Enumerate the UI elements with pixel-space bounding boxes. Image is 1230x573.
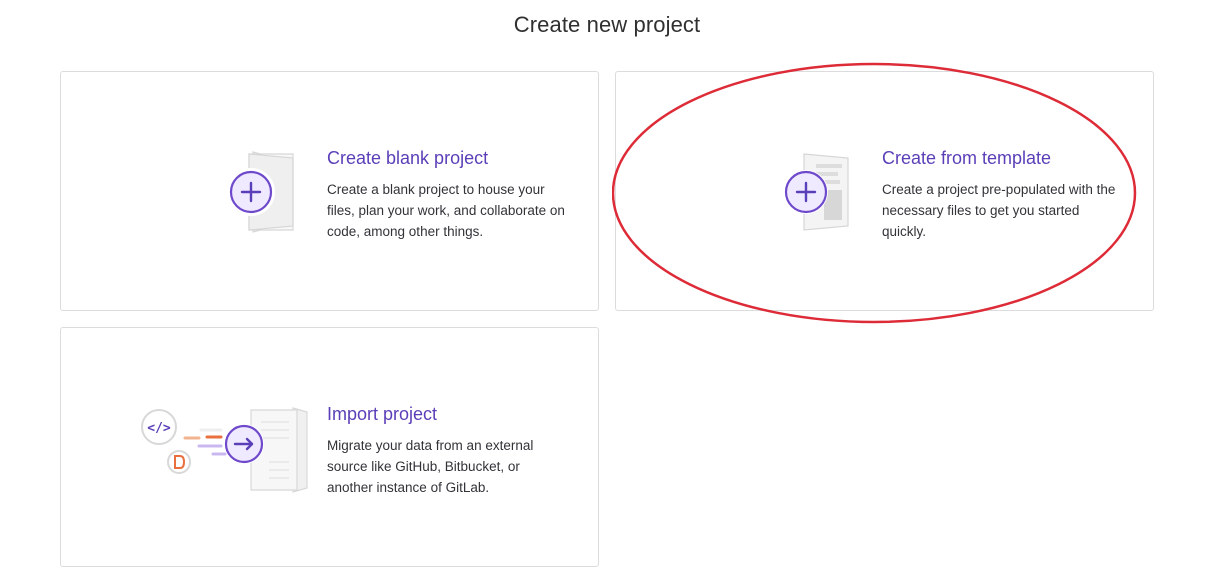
create-from-template-card[interactable]: Create from template Create a project pr… [615, 71, 1154, 311]
blank-project-icon [227, 151, 294, 233]
create-blank-project-description: Create a blank project to house your fil… [327, 182, 565, 239]
create-from-template-description: Create a project pre-populated with the … [882, 182, 1116, 239]
import-project-card[interactable]: </> Import project Migrate your data fro… [60, 327, 599, 567]
create-from-template-title[interactable]: Create from template [882, 147, 1122, 169]
svg-text:</>: </> [147, 421, 171, 436]
create-blank-project-title[interactable]: Create blank project [327, 147, 567, 169]
import-project-icon: </> [141, 407, 308, 493]
import-project-description: Migrate your data from an external sourc… [327, 438, 534, 495]
import-project-title[interactable]: Import project [327, 403, 567, 425]
template-project-icon [784, 153, 849, 231]
create-blank-project-card[interactable]: Create blank project Create a blank proj… [60, 71, 599, 311]
page-title: Create new project [513, 12, 701, 37]
